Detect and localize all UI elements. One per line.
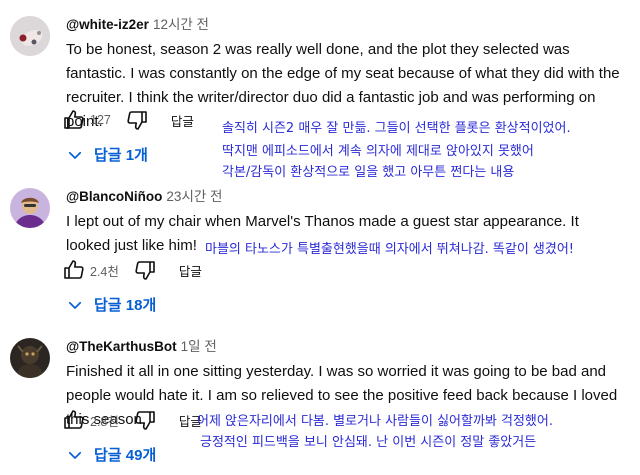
translation-line: 긍정적인 피드백을 보니 안심돼. 난 이번 시즌이 정말 좋았거든 bbox=[200, 435, 537, 450]
like-count: 2.8천 bbox=[90, 414, 119, 429]
translation-line: 어제 앉은자리에서 다봄. 별로거나 사람들이 싫어할까봐 걱정했어. bbox=[197, 414, 553, 429]
timestamp[interactable]: 23시간 전 bbox=[166, 189, 222, 204]
like-icon[interactable] bbox=[62, 108, 86, 132]
reply-button[interactable]: 답글 bbox=[179, 261, 202, 280]
like-count: 127 bbox=[90, 113, 111, 127]
avatar[interactable] bbox=[10, 338, 50, 378]
dislike-icon[interactable] bbox=[133, 408, 157, 432]
comment-header: @TheKarthusBot 1일 전 bbox=[66, 338, 217, 356]
avatar-image bbox=[10, 188, 50, 228]
comment-actions: 2.8천 답글 bbox=[62, 408, 202, 432]
translation-line: 각본/감독이 환상적으로 일을 했고 아무튼 쩐다는 내용 bbox=[222, 165, 515, 180]
author-name[interactable]: @white-iz2er bbox=[66, 17, 149, 32]
comment-header: @BlancoNiñoo 23시간 전 bbox=[66, 188, 222, 206]
author-name[interactable]: @BlancoNiñoo bbox=[66, 189, 162, 204]
avatar[interactable] bbox=[10, 188, 50, 228]
translation-line: 딱지맨 에피소드에서 계속 의자에 제대로 앉아있지 못했어 bbox=[222, 144, 534, 159]
replies-label: 답글 1개 bbox=[94, 147, 148, 164]
translation-line: 솔직히 시즌2 매우 잘 만듦. 그들이 선택한 플롯은 환상적이었어. bbox=[222, 121, 571, 136]
chevron-down-icon bbox=[68, 151, 82, 159]
reply-button[interactable]: 답글 bbox=[171, 111, 194, 130]
author-name[interactable]: @TheKarthusBot bbox=[66, 339, 177, 354]
like-count: 2.4천 bbox=[90, 264, 119, 279]
replies-label: 답글 18개 bbox=[94, 297, 157, 314]
comment-3: @TheKarthusBot 1일 전 Finished it all in on… bbox=[0, 330, 640, 475]
view-replies-button[interactable]: 답글 1개 bbox=[66, 144, 148, 165]
translation-line: 마블의 타노스가 특별출현했을때 의자에서 뛰쳐나감. 똑같이 생겼어! bbox=[205, 242, 575, 257]
view-replies-button[interactable]: 답글 49개 bbox=[66, 444, 156, 465]
comment-actions: 2.4천 답글 bbox=[62, 258, 202, 282]
avatar[interactable] bbox=[10, 16, 50, 56]
view-replies-button[interactable]: 답글 18개 bbox=[66, 294, 156, 315]
comment-header: @white-iz2er 12시간 전 bbox=[66, 16, 209, 34]
chevron-down-icon bbox=[68, 301, 82, 309]
like-icon[interactable] bbox=[62, 408, 86, 432]
timestamp[interactable]: 12시간 전 bbox=[153, 17, 209, 32]
avatar-image bbox=[10, 16, 50, 56]
timestamp[interactable]: 1일 전 bbox=[181, 339, 217, 354]
dislike-icon[interactable] bbox=[133, 258, 157, 282]
chevron-down-icon bbox=[68, 451, 82, 459]
like-icon[interactable] bbox=[62, 258, 86, 282]
replies-label: 답글 49개 bbox=[94, 447, 157, 464]
comment-2: @BlancoNiñoo 23시간 전 I lept out of my chai… bbox=[0, 180, 640, 320]
dislike-icon[interactable] bbox=[125, 108, 149, 132]
comment-1: @white-iz2er 12시간 전 To be honest, season … bbox=[0, 0, 640, 180]
avatar-image bbox=[10, 338, 50, 378]
comment-actions: 127 답글 bbox=[62, 108, 194, 132]
